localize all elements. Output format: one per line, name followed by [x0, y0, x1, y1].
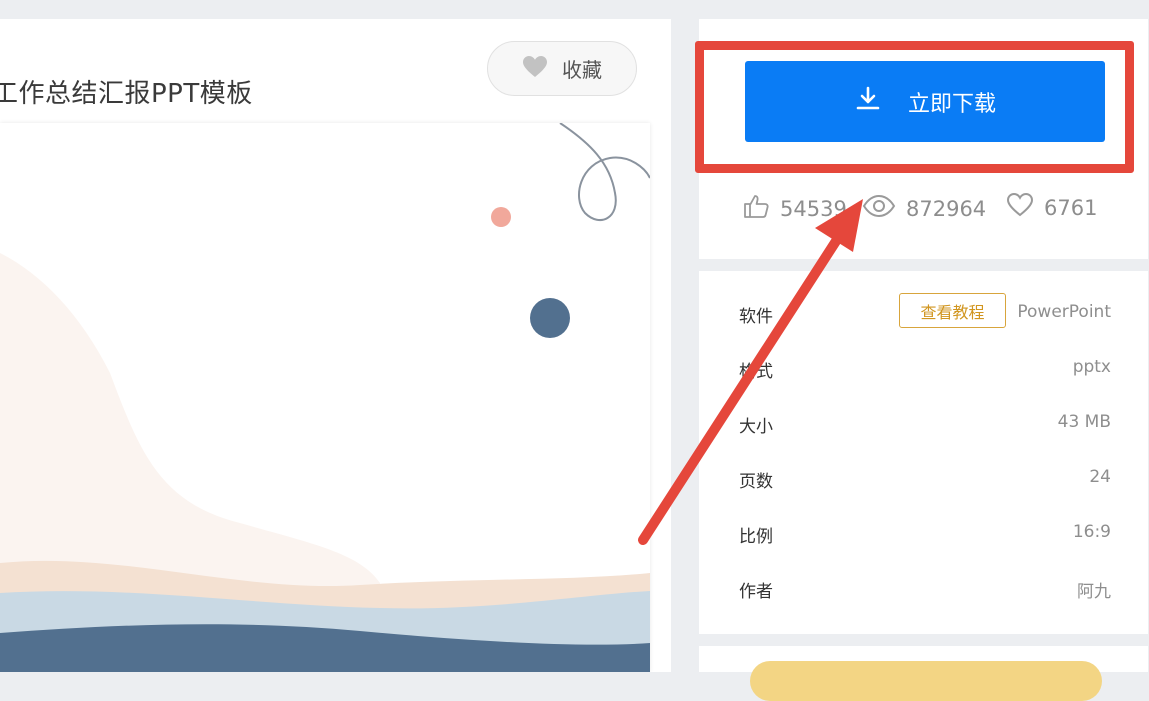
info-value: 24 [1089, 467, 1111, 487]
secondary-action-button[interactable] [750, 661, 1102, 701]
template-title: 工作总结汇报PPT模板 [0, 79, 253, 109]
thumbs-up-icon [742, 192, 770, 225]
info-label: 页数 [739, 472, 773, 492]
view-tutorial-button[interactable]: 查看教程 [899, 293, 1006, 328]
info-label: 格式 [739, 362, 773, 382]
likes-count: 54539 [780, 196, 847, 221]
info-value: 16:9 [1072, 522, 1111, 542]
favorite-button[interactable]: 收藏 [487, 41, 637, 96]
info-label: 大小 [739, 417, 773, 437]
favorite-button-label: 收藏 [562, 58, 602, 82]
info-label: 软件 [739, 307, 773, 327]
info-row-format: 格式 pptx [699, 348, 1148, 388]
info-value: PowerPoint [1017, 302, 1111, 322]
info-label: 作者 [739, 582, 773, 602]
info-value: 43 MB [1057, 412, 1111, 432]
info-row-author: 作者 阿九 [699, 568, 1148, 608]
favorites-stat: 6761 [1006, 192, 1097, 223]
info-value: 阿九 [1077, 582, 1111, 602]
template-preview-image[interactable] [0, 123, 650, 672]
template-preview-panel: 工作总结汇报PPT模板 收藏 [0, 19, 671, 672]
likes-stat: 54539 [742, 192, 847, 225]
info-row-size: 大小 43 MB [699, 403, 1148, 443]
info-row-ratio: 比例 16:9 [699, 513, 1148, 553]
eye-icon [862, 192, 896, 225]
views-stat: 872964 [862, 192, 986, 225]
download-button-label: 立即下载 [907, 91, 996, 117]
info-label: 比例 [739, 527, 773, 547]
download-button[interactable]: 立即下载 [745, 61, 1105, 142]
heart-outline-icon [1006, 192, 1034, 223]
favorites-count: 6761 [1044, 195, 1098, 220]
views-count: 872964 [906, 196, 987, 221]
download-icon [854, 85, 882, 119]
info-value: pptx [1072, 357, 1111, 377]
info-row-pages: 页数 24 [699, 458, 1148, 498]
heart-icon [522, 55, 548, 83]
